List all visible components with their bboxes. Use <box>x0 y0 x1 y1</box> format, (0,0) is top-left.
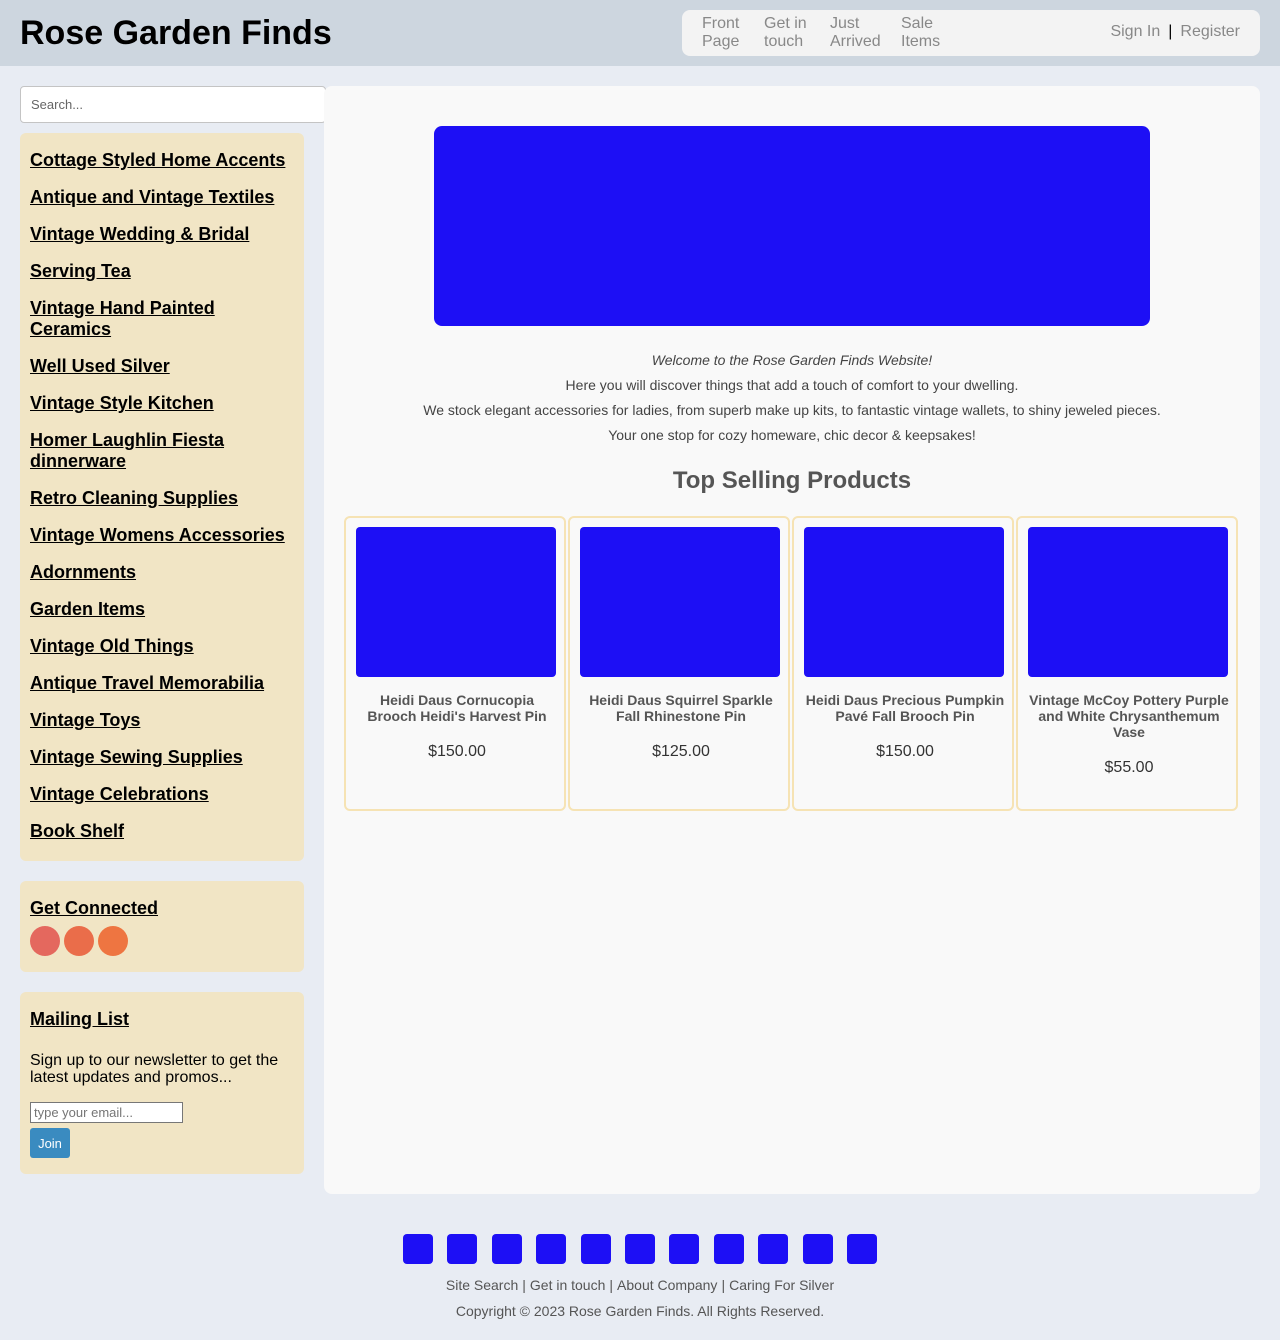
footer-social-icon[interactable] <box>447 1234 477 1264</box>
sidebar-category-link[interactable]: Vintage Old Things <box>30 636 294 657</box>
hero-image <box>434 126 1150 326</box>
product-card[interactable]: Heidi Daus Squirrel Sparkle Fall Rhinest… <box>568 516 790 811</box>
footer-link[interactable]: Get in touch <box>530 1277 606 1293</box>
sidebar-category-link[interactable]: Book Shelf <box>30 821 294 842</box>
product-price: $150.00 <box>876 743 934 760</box>
register-link[interactable]: Register <box>1180 23 1240 40</box>
footer-social-icon[interactable] <box>714 1234 744 1264</box>
auth-links: Sign In | Register <box>1110 23 1240 41</box>
product-price: $150.00 <box>428 743 486 760</box>
mailing-list-box: Mailing List Sign up to our newsletter t… <box>20 992 304 1174</box>
nav-sale-items[interactable]: Sale Items <box>901 15 951 51</box>
top-selling-title: Top Selling Products <box>672 467 912 494</box>
intro-text: Welcome to the Rose Garden Finds Website… <box>324 348 1260 448</box>
footer-link-separator: | <box>522 1277 526 1293</box>
email-field[interactable] <box>30 1102 183 1123</box>
product-image[interactable] <box>804 527 1004 677</box>
product-card[interactable]: Heidi Daus Cornucopia Brooch Heidi's Har… <box>344 516 566 811</box>
social-icon[interactable] <box>98 926 128 956</box>
social-icon[interactable] <box>30 926 60 956</box>
footer-social-icon[interactable] <box>581 1234 611 1264</box>
sidebar-category-link[interactable]: Antique and Vintage Textiles <box>30 187 294 208</box>
product-name[interactable]: Heidi Daus Squirrel Sparkle Fall Rhinest… <box>578 692 784 724</box>
main-content: Welcome to the Rose Garden Finds Website… <box>324 86 1260 1194</box>
sidebar-category-link[interactable]: Vintage Sewing Supplies <box>30 747 294 768</box>
product-price: $125.00 <box>652 743 710 760</box>
product-price: $55.00 <box>1104 759 1154 776</box>
sidebar-category-link[interactable]: Vintage Hand Painted Ceramics <box>30 298 294 340</box>
product-card[interactable]: Heidi Daus Precious Pumpkin Pavé Fall Br… <box>792 516 1014 811</box>
nav-just-arrived[interactable]: Just Arrived <box>830 15 890 51</box>
sidebar-category-link[interactable]: Vintage Womens Accessories <box>30 525 294 546</box>
sidebar-category-link[interactable]: Serving Tea <box>30 261 294 282</box>
mailing-list-title[interactable]: Mailing List <box>30 1009 294 1030</box>
search-input[interactable] <box>20 86 326 123</box>
mailing-list-text: Sign up to our newsletter to get the lat… <box>30 1052 279 1086</box>
get-connected-title[interactable]: Get Connected <box>30 898 294 919</box>
site-header: Rose Garden Finds Front Page Get in touc… <box>0 0 1280 66</box>
product-name[interactable]: Heidi Daus Precious Pumpkin Pavé Fall Br… <box>802 692 1008 724</box>
sidebar-category-link[interactable]: Vintage Toys <box>30 710 294 731</box>
top-navigation: Front Page Get in touch Just Arrived Sal… <box>682 10 1260 56</box>
footer-social-icon[interactable] <box>492 1234 522 1264</box>
product-grid: Heidi Daus Cornucopia Brooch Heidi's Har… <box>344 516 1240 811</box>
nav-get-in-touch[interactable]: Get in touch <box>764 15 819 51</box>
footer-social-icon[interactable] <box>847 1234 877 1264</box>
product-image[interactable] <box>1028 527 1228 677</box>
footer-social-icon[interactable] <box>803 1234 833 1264</box>
sign-in-link[interactable]: Sign In <box>1110 23 1160 40</box>
category-sidebar: Cottage Styled Home Accents Antique and V… <box>20 133 304 861</box>
site-title[interactable]: Rose Garden Finds <box>20 14 332 53</box>
footer-social-icon[interactable] <box>403 1234 433 1264</box>
sidebar-category-link[interactable]: Vintage Wedding & Bridal <box>30 224 294 245</box>
footer-social-icon[interactable] <box>625 1234 655 1264</box>
product-name[interactable]: Heidi Daus Cornucopia Brooch Heidi's Har… <box>354 692 560 724</box>
footer-social-icon[interactable] <box>536 1234 566 1264</box>
intro-line: Your one stop for cozy homeware, chic de… <box>608 427 976 443</box>
get-connected-box: Get Connected <box>20 881 304 972</box>
product-card[interactable]: Vintage McCoy Pottery Purple and White C… <box>1016 516 1238 811</box>
footer-link[interactable]: About Company <box>617 1277 717 1293</box>
sidebar-category-link[interactable]: Well Used Silver <box>30 356 294 377</box>
auth-separator: | <box>1168 23 1173 40</box>
footer-link[interactable]: Site Search <box>446 1277 518 1293</box>
footer-social-icon[interactable] <box>758 1234 788 1264</box>
footer-social-icon[interactable] <box>669 1234 699 1264</box>
social-icons <box>30 926 294 956</box>
product-name[interactable]: Vintage McCoy Pottery Purple and White C… <box>1026 692 1232 740</box>
footer-link[interactable]: Caring For Silver <box>729 1277 834 1293</box>
sidebar-category-link[interactable]: Vintage Celebrations <box>30 784 294 805</box>
welcome-text: Welcome to the Rose Garden Finds Website… <box>651 352 933 368</box>
nav-front-page[interactable]: Front Page <box>702 15 752 51</box>
intro-line: Here you will discover things that add a… <box>565 377 1019 393</box>
footer-links: Site Search | Get in touch | About Company | C… <box>0 1277 1280 1293</box>
social-icon[interactable] <box>64 926 94 956</box>
intro-line: We stock elegant accessories for ladies,… <box>423 402 1161 418</box>
sidebar-category-link[interactable]: Retro Cleaning Supplies <box>30 488 294 509</box>
join-button[interactable]: Join <box>30 1128 70 1158</box>
product-image[interactable] <box>356 527 556 677</box>
copyright-text: Copyright © 2023 Rose Garden Finds. All … <box>455 1303 825 1319</box>
sidebar-category-link[interactable]: Antique Travel Memorabilia <box>30 673 294 694</box>
sidebar-category-link[interactable]: Vintage Style Kitchen <box>30 393 294 414</box>
sidebar-category-link[interactable]: Adornments <box>30 562 294 583</box>
sidebar-category-link[interactable]: Homer Laughlin Fiesta dinnerware <box>30 430 294 472</box>
product-image[interactable] <box>580 527 780 677</box>
footer-link-separator: | <box>609 1277 614 1293</box>
footer-link-separator: | <box>721 1277 726 1293</box>
sidebar-category-link[interactable]: Garden Items <box>30 599 294 620</box>
sidebar-category-link[interactable]: Cottage Styled Home Accents <box>30 150 294 171</box>
